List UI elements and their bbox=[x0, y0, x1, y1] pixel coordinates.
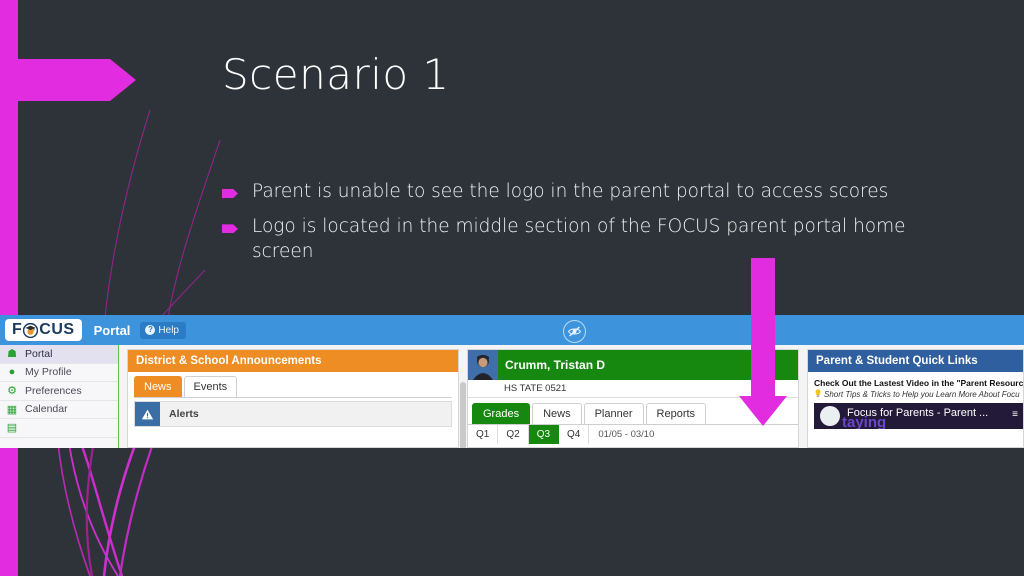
embedded-screenshot: F CUS Portal ? Help ☗ Portal ● My Profil… bbox=[0, 315, 1024, 448]
tab-news[interactable]: News bbox=[532, 403, 582, 424]
help-label: Help bbox=[158, 324, 179, 336]
home-icon: ☗ bbox=[7, 348, 17, 361]
sidebar-item-calendar[interactable]: ▦ Calendar bbox=[0, 401, 118, 419]
tab-grades[interactable]: Grades bbox=[472, 403, 531, 424]
list-item[interactable]: Alerts bbox=[134, 401, 452, 427]
alert-label: Alerts bbox=[169, 408, 199, 420]
sidebar-item-label: Portal bbox=[25, 347, 53, 360]
quick-links-line2: Short Tips & Tricks to Help you Learn Mo… bbox=[824, 390, 1020, 399]
portal-topbar: F CUS Portal ? Help bbox=[0, 315, 1024, 345]
quick-links-title: Parent & Student Quick Links bbox=[808, 350, 1023, 372]
quarter-q2[interactable]: Q2 bbox=[498, 425, 529, 444]
tab-planner[interactable]: Planner bbox=[583, 403, 644, 424]
magenta-down-arrow bbox=[739, 258, 787, 426]
quarter-selector: Q1 Q2 Q3 Q4 01/05 - 03/10 bbox=[468, 424, 798, 444]
tab-events[interactable]: Events bbox=[183, 376, 238, 397]
gear-icon: ⚙ bbox=[7, 385, 17, 398]
help-button[interactable]: ? Help bbox=[140, 321, 186, 339]
portal-sidebar: ☗ Portal ● My Profile ⚙ Preferences ▦ Ca… bbox=[0, 345, 119, 448]
quarter-q4[interactable]: Q4 bbox=[559, 425, 590, 444]
video-title: Focus for Parents - Parent ... bbox=[847, 407, 989, 419]
quarter-q3[interactable]: Q3 bbox=[528, 425, 560, 444]
sidebar-item-my-profile[interactable]: ● My Profile bbox=[0, 364, 118, 382]
lightbulb-icon bbox=[814, 389, 822, 400]
avatar bbox=[468, 350, 498, 380]
quick-links-panel: Parent & Student Quick Links Check Out t… bbox=[807, 349, 1024, 448]
bullet-list: Parent is unable to see the logo in the … bbox=[222, 180, 922, 275]
bullet-text: Logo is located in the middle section of… bbox=[252, 216, 906, 262]
bullet-marker-icon bbox=[222, 189, 238, 198]
focus-logo-text-after: CUS bbox=[39, 321, 75, 338]
slide: Scenario 1 Parent is unable to see the l… bbox=[0, 0, 1024, 576]
video-thumbnail[interactable]: taying Focus for Parents - Parent ... ≡ bbox=[814, 403, 1023, 429]
quarter-q1[interactable]: Q1 bbox=[468, 425, 499, 444]
question-circle-icon: ? bbox=[145, 325, 156, 335]
tab-news[interactable]: News bbox=[134, 376, 182, 397]
announcements-title: District & School Announcements bbox=[128, 350, 458, 372]
announcements-tabs: News Events bbox=[128, 372, 458, 397]
focus-logo[interactable]: F CUS bbox=[5, 319, 82, 341]
sidebar-item-label: Calendar bbox=[25, 403, 68, 416]
sidebar-item-label: Preferences bbox=[25, 384, 82, 397]
quick-links-line1: Check Out the Lastest Video in the "Pare… bbox=[814, 378, 1024, 388]
graduation-cap-icon bbox=[23, 322, 39, 338]
announcements-list: Alerts bbox=[134, 397, 452, 427]
sidebar-item-label: My Profile bbox=[25, 366, 72, 379]
sidebar-item-preferences[interactable]: ⚙ Preferences bbox=[0, 382, 118, 401]
quarter-date-range: 01/05 - 03/10 bbox=[598, 429, 655, 440]
nav-portal-link[interactable]: Portal bbox=[94, 323, 131, 338]
grid-icon: ▤ bbox=[6, 422, 18, 435]
portal-body: ☗ Portal ● My Profile ⚙ Preferences ▦ Ca… bbox=[0, 345, 1024, 448]
page-title: Scenario 1 bbox=[222, 50, 450, 99]
announcements-scrollbar[interactable] bbox=[460, 382, 466, 448]
eye-slash-icon[interactable] bbox=[563, 320, 586, 343]
user-icon: ● bbox=[8, 366, 16, 379]
list-item: Parent is unable to see the logo in the … bbox=[222, 180, 922, 204]
magenta-right-arrow bbox=[0, 59, 136, 101]
video-channel-logo-icon bbox=[820, 406, 840, 426]
list-item: Logo is located in the middle section of… bbox=[222, 215, 922, 264]
focus-logo-text-before: F bbox=[12, 321, 23, 338]
bullet-text: Parent is unable to see the logo in the … bbox=[252, 181, 889, 202]
announcements-panel: District & School Announcements News Eve… bbox=[127, 349, 466, 448]
list-icon[interactable]: ≡ bbox=[1012, 409, 1019, 420]
tab-reports[interactable]: Reports bbox=[645, 403, 707, 424]
warning-triangle-icon bbox=[135, 402, 160, 426]
sidebar-item-extra[interactable]: ▤ bbox=[0, 419, 118, 438]
calendar-icon: ▦ bbox=[6, 403, 18, 416]
bullet-marker-icon bbox=[222, 224, 238, 234]
portal-columns: District & School Announcements News Eve… bbox=[119, 345, 1024, 448]
sidebar-item-portal[interactable]: ☗ Portal bbox=[0, 345, 118, 364]
quick-links-line2-row: Short Tips & Tricks to Help you Learn Mo… bbox=[808, 388, 1023, 403]
